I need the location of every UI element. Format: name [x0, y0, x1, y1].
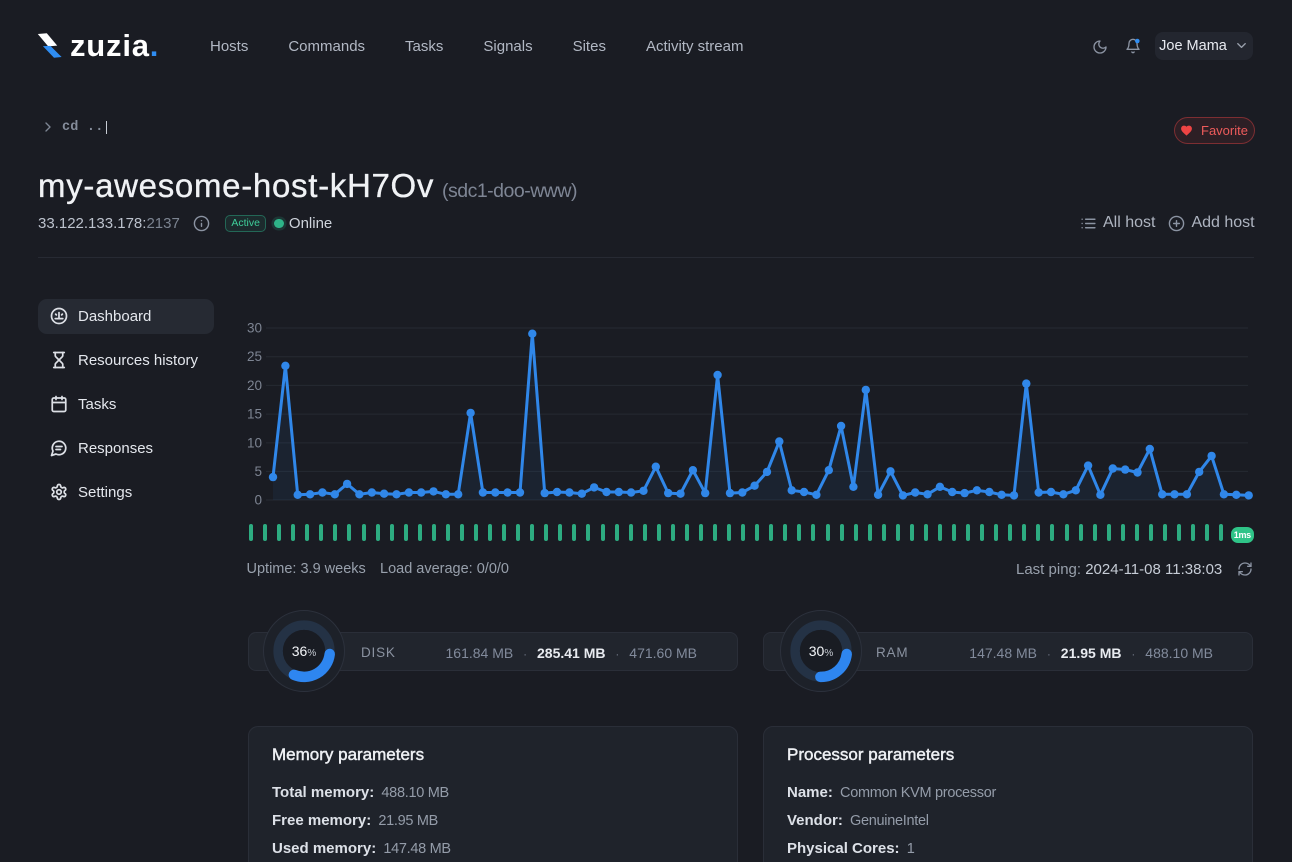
svg-text:5: 5 — [254, 464, 262, 479]
svg-text:30: 30 — [247, 321, 262, 336]
svg-text:0: 0 — [254, 493, 262, 508]
svg-text:20: 20 — [247, 378, 262, 393]
svg-text:10: 10 — [247, 435, 262, 450]
svg-text:15: 15 — [247, 407, 262, 422]
svg-text:25: 25 — [247, 349, 262, 364]
